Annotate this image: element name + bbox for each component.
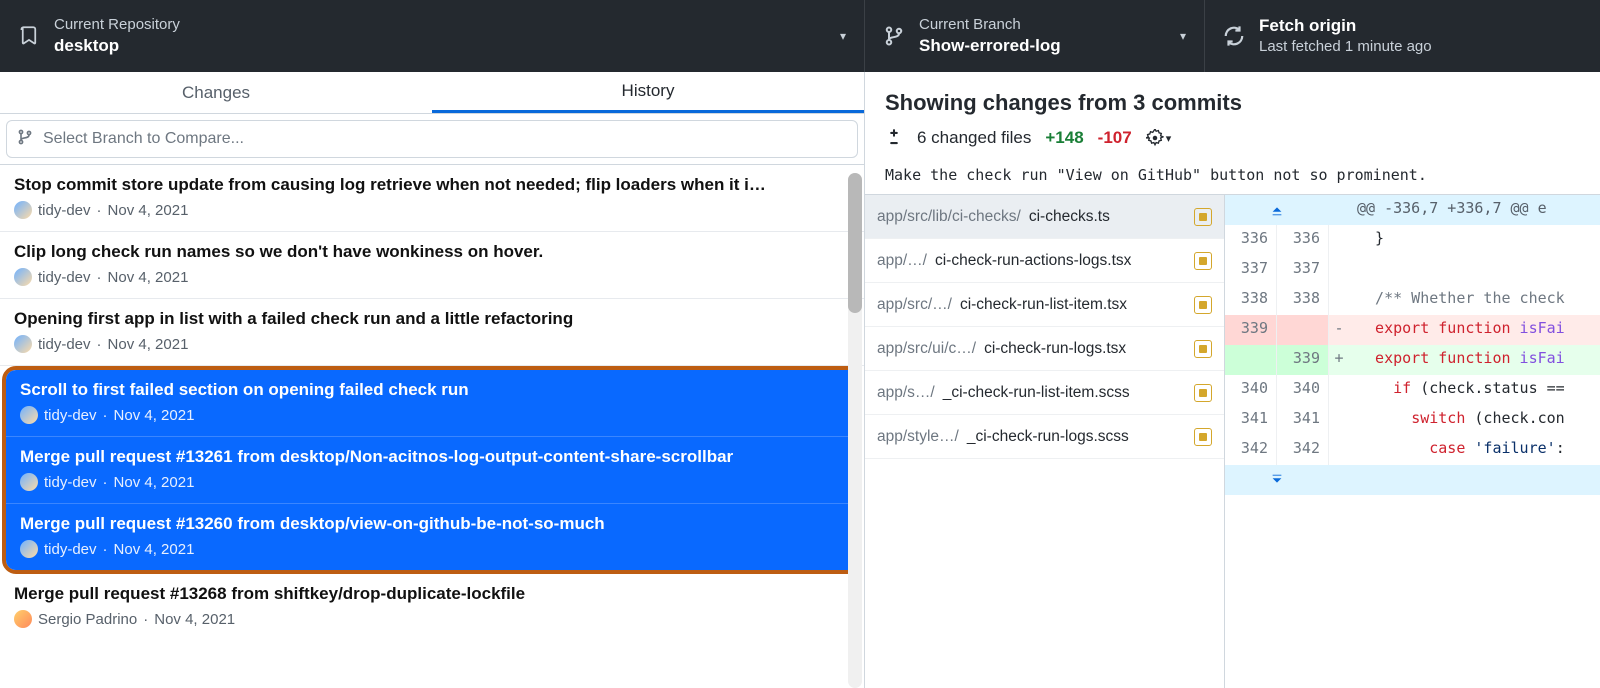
modified-icon: [1194, 384, 1212, 402]
repo-label: Current Repository: [54, 15, 180, 35]
commit-title: Stop commit store update from causing lo…: [14, 175, 850, 195]
avatar: [20, 406, 38, 424]
avatar: [20, 540, 38, 558]
avatar: [14, 268, 32, 286]
selected-commits-group: Scroll to first failed section on openin…: [2, 366, 862, 574]
file-row[interactable]: app/style…/_ci-check-run-logs.scss: [865, 415, 1224, 459]
fetch-button[interactable]: Fetch origin Last fetched 1 minute ago: [1205, 0, 1600, 72]
commit-title: Clip long check run names so we don't ha…: [14, 242, 850, 262]
sync-icon: [1223, 25, 1245, 47]
modified-icon: [1194, 208, 1212, 226]
commit-list: Stop commit store update from causing lo…: [0, 165, 864, 688]
diff-panel: Showing changes from 3 commits 6 changed…: [865, 72, 1600, 688]
modified-icon: [1194, 252, 1212, 270]
diff-line[interactable]: 340340 if (check.status ==: [1225, 375, 1600, 405]
commit-title: Merge pull request #13261 from desktop/N…: [20, 447, 844, 467]
commit-title: Merge pull request #13268 from shiftkey/…: [14, 584, 850, 604]
repo-selector[interactable]: Current Repository desktop ▾: [0, 0, 865, 72]
repo-icon: [18, 26, 40, 46]
commit-row[interactable]: Merge pull request #13261 from desktop/N…: [6, 437, 858, 504]
scrollbar-thumb[interactable]: [848, 173, 862, 313]
avatar: [20, 473, 38, 491]
diff-line[interactable]: 338338 /** Whether the check: [1225, 285, 1600, 315]
commit-row[interactable]: Stop commit store update from causing lo…: [0, 165, 864, 232]
expand-down-icon[interactable]: [1225, 465, 1329, 495]
fetch-label: Fetch origin: [1259, 15, 1432, 37]
chevron-down-icon: ▾: [1180, 29, 1186, 43]
branch-icon: [883, 26, 905, 46]
commit-title: Scroll to first failed section on openin…: [20, 380, 844, 400]
app-toolbar: Current Repository desktop ▾ Current Bra…: [0, 0, 1600, 72]
commit-row[interactable]: Opening first app in list with a failed …: [0, 299, 864, 366]
diff-hunk-footer[interactable]: [1225, 465, 1600, 495]
additions: +148: [1045, 128, 1083, 148]
branch-icon: [17, 129, 33, 150]
branch-label: Current Branch: [919, 15, 1061, 35]
avatar: [14, 201, 32, 219]
diff-icon: [885, 129, 903, 147]
file-row[interactable]: app/src/ui/c…/ci-check-run-logs.tsx: [865, 327, 1224, 371]
modified-icon: [1194, 340, 1212, 358]
compare-branch-input[interactable]: Select Branch to Compare...: [6, 120, 858, 158]
commit-row[interactable]: Scroll to first failed section on openin…: [6, 370, 858, 437]
diff-line-removed[interactable]: 339- export function isFai: [1225, 315, 1600, 345]
diff-line-added[interactable]: 339+ export function isFai: [1225, 345, 1600, 375]
commit-row[interactable]: Merge pull request #13268 from shiftkey/…: [0, 574, 864, 640]
avatar: [14, 610, 32, 628]
diff-summary-title: Showing changes from 3 commits: [885, 90, 1580, 116]
history-panel: Changes History Select Branch to Compare…: [0, 72, 865, 688]
tab-changes[interactable]: Changes: [0, 72, 432, 113]
commit-title: Opening first app in list with a failed …: [14, 309, 850, 329]
modified-icon: [1194, 296, 1212, 314]
fetch-status: Last fetched 1 minute ago: [1259, 37, 1432, 57]
chevron-down-icon: ▾: [840, 29, 846, 43]
expand-up-icon[interactable]: [1225, 195, 1329, 225]
tab-history[interactable]: History: [432, 72, 864, 113]
diff-line[interactable]: 342342 case 'failure':: [1225, 435, 1600, 465]
modified-icon: [1194, 428, 1212, 446]
file-row[interactable]: app/…/ci-check-run-actions-logs.tsx: [865, 239, 1224, 283]
changed-files: 6 changed files: [917, 128, 1031, 148]
commit-message: Make the check run "View on GitHub" butt…: [885, 166, 1580, 184]
diff-line[interactable]: 336336 }: [1225, 225, 1600, 255]
left-tabs: Changes History: [0, 72, 864, 114]
commit-row[interactable]: Merge pull request #13260 from desktop/v…: [6, 504, 858, 570]
repo-name: desktop: [54, 35, 180, 57]
chevron-down-icon: ▾: [1166, 132, 1172, 145]
commit-row[interactable]: Clip long check run names so we don't ha…: [0, 232, 864, 299]
file-list: app/src/lib/ci-checks/ci-checks.ts app/……: [865, 195, 1225, 688]
scrollbar[interactable]: [848, 173, 862, 688]
diff-hunk-header[interactable]: @@ -336,7 +336,7 @@ e: [1225, 195, 1600, 225]
diff-line[interactable]: 341341 switch (check.con: [1225, 405, 1600, 435]
commit-title: Merge pull request #13260 from desktop/v…: [20, 514, 844, 534]
compare-placeholder: Select Branch to Compare...: [43, 130, 244, 148]
deletions: -107: [1098, 128, 1132, 148]
diff-settings-button[interactable]: ▾: [1146, 129, 1172, 147]
diff-view: @@ -336,7 +336,7 @@ e 336336 } 337337 33…: [1225, 195, 1600, 688]
avatar: [14, 335, 32, 353]
diff-summary-row: 6 changed files +148 -107 ▾: [885, 128, 1580, 148]
diff-line[interactable]: 337337: [1225, 255, 1600, 285]
file-row[interactable]: app/src/lib/ci-checks/ci-checks.ts: [865, 195, 1224, 239]
branch-selector[interactable]: Current Branch Show-errored-log ▾: [865, 0, 1205, 72]
branch-name: Show-errored-log: [919, 35, 1061, 57]
file-row[interactable]: app/s…/_ci-check-run-list-item.scss: [865, 371, 1224, 415]
file-row[interactable]: app/src/…/ci-check-run-list-item.tsx: [865, 283, 1224, 327]
